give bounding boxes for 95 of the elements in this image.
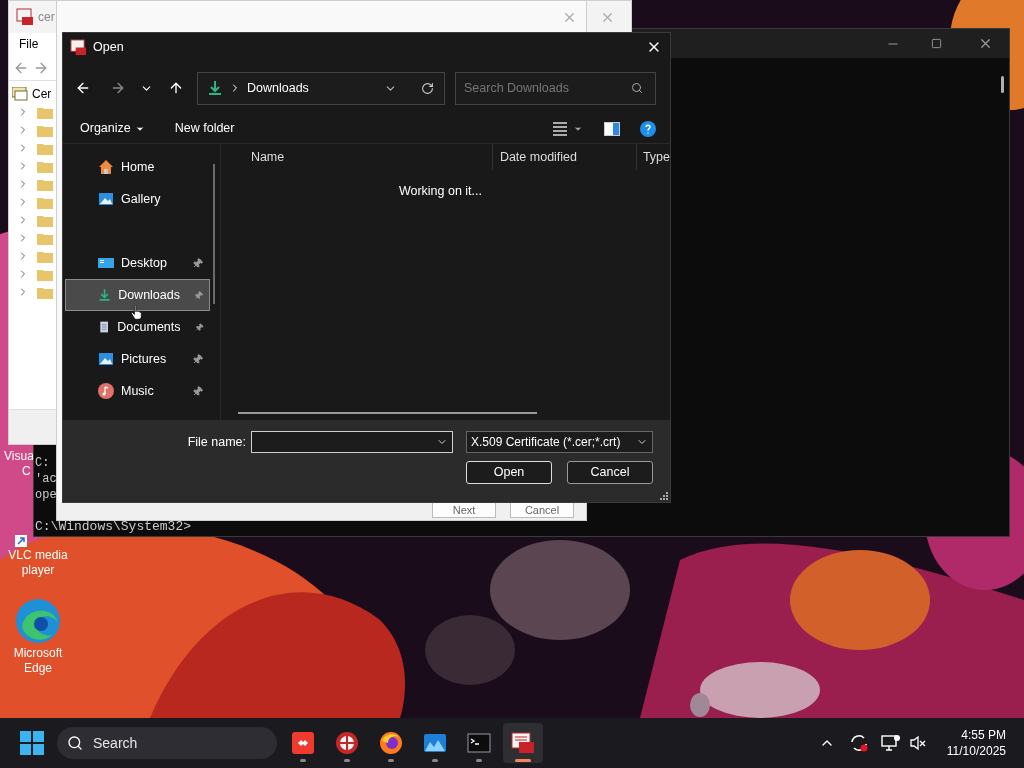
breadcrumb-item[interactable]: Downloads (247, 78, 309, 98)
nav-item-label: Music (121, 384, 154, 398)
muted-speaker-icon[interactable] (908, 734, 927, 752)
refresh-icon[interactable] (421, 81, 434, 95)
menu-item[interactable]: File (19, 35, 39, 53)
close-icon[interactable] (978, 36, 993, 51)
console-prompt: C:\Windows\System32> (35, 519, 192, 535)
preview-pane-icon[interactable] (604, 121, 620, 136)
shortcut-arrow-icon[interactable] (15, 535, 27, 547)
hand-cursor-icon (131, 305, 142, 320)
sync-icon[interactable] (848, 733, 869, 753)
column-header[interactable]: Date modified (492, 144, 637, 170)
music-icon (98, 383, 114, 399)
list-view-icon[interactable] (552, 121, 568, 136)
desktop-icon-label[interactable]: Microsoft (13, 646, 63, 661)
home-icon (98, 159, 114, 175)
up-icon[interactable] (168, 80, 184, 96)
nav-item[interactable]: Pictures (65, 343, 210, 375)
nav-item-label: Gallery (121, 192, 161, 206)
nav-item-label: Downloads (118, 288, 180, 302)
console-line: C: (35, 455, 50, 471)
download-icon (207, 80, 223, 96)
terminal-icon (467, 731, 491, 755)
tree-root-label[interactable]: Cer (32, 85, 52, 103)
edge-icon[interactable] (14, 597, 62, 645)
forward-icon[interactable] (110, 80, 126, 96)
nav-item-label: Pictures (121, 352, 167, 366)
nav-item-label: Desktop (121, 256, 167, 270)
file-name-field[interactable] (251, 431, 453, 453)
nav-item-label: Home (121, 160, 155, 174)
organize-button[interactable]: Organize (80, 119, 145, 138)
nav-item[interactable]: Documents (65, 311, 210, 343)
address-bar[interactable]: Downloads (197, 71, 445, 105)
document-icon (98, 319, 111, 335)
folder-icon (37, 231, 53, 245)
picture-icon (98, 351, 114, 367)
status-message: Working on it... (398, 183, 482, 200)
folder-icon (37, 195, 53, 209)
search-box[interactable]: Search (57, 727, 277, 759)
scrollbar-thumb[interactable] (1000, 76, 1004, 93)
taskbar-app[interactable] (503, 723, 543, 763)
picture-icon (98, 191, 114, 207)
help-icon[interactable] (640, 120, 656, 137)
download-icon (98, 287, 112, 303)
search-icon (67, 735, 83, 751)
nav-item[interactable]: Music (65, 375, 210, 407)
desktop-icon-label[interactable]: C (22, 464, 31, 479)
console-line: ope (35, 487, 57, 503)
certificate-app-icon (16, 8, 34, 26)
maximize-icon[interactable] (931, 38, 942, 49)
certificates-icon (12, 87, 28, 101)
folder-icon (37, 285, 53, 299)
remote-desktop-icon (291, 731, 315, 755)
column-header[interactable]: Name (220, 144, 493, 170)
desktop-icon-label[interactable]: Edge (24, 661, 52, 676)
dialog-button[interactable]: Open (466, 461, 552, 484)
folder-icon (37, 267, 53, 281)
file-name-label: File name: (187, 433, 246, 451)
network-icon[interactable] (880, 734, 901, 752)
compass-icon (335, 731, 359, 755)
desktop-icon-label[interactable]: player (21, 563, 55, 578)
photos-icon (423, 731, 447, 755)
certificate-app-icon (511, 731, 535, 755)
folder-icon (37, 105, 53, 119)
desktop-icon (98, 255, 114, 271)
folder-icon (37, 177, 53, 191)
column-header[interactable]: Type (636, 144, 670, 170)
folder-icon (37, 249, 53, 263)
window-title: cer (38, 9, 55, 26)
folder-icon (37, 213, 53, 227)
nav-item[interactable]: Downloads (65, 279, 210, 311)
certificate-app-icon (70, 38, 87, 56)
search-icon (631, 81, 643, 94)
folder-icon (37, 159, 53, 173)
folder-icon (37, 123, 53, 137)
nav-item[interactable]: Desktop (65, 247, 210, 279)
desktop-icon-label[interactable]: VLC media (8, 548, 68, 563)
nav-item[interactable]: Home (65, 151, 210, 183)
console-line: 'ac (35, 471, 57, 487)
nav-item[interactable]: Gallery (65, 183, 210, 215)
desktop-icon-label[interactable]: Visua (4, 449, 34, 464)
dialog-button[interactable]: Cancel (567, 461, 653, 484)
fox-browser-icon (379, 731, 403, 755)
new-folder-button[interactable]: New folder (174, 119, 235, 138)
back-icon[interactable] (75, 80, 91, 96)
file-type-dropdown[interactable]: X.509 Certificate (*.cer;*.crt) (466, 431, 653, 453)
resize-grip-icon[interactable] (660, 492, 668, 500)
clock-time[interactable]: 4:55 PM (961, 727, 1006, 743)
start-icon[interactable] (20, 731, 44, 755)
search-field[interactable]: Search Downloads (455, 71, 656, 105)
dialog-title: Open (93, 38, 124, 56)
horizontal-scrollbar[interactable] (237, 412, 537, 414)
clock-date[interactable]: 11/10/2025 (946, 743, 1006, 759)
nav-item-label: Documents (117, 320, 181, 334)
folder-icon (37, 141, 53, 155)
